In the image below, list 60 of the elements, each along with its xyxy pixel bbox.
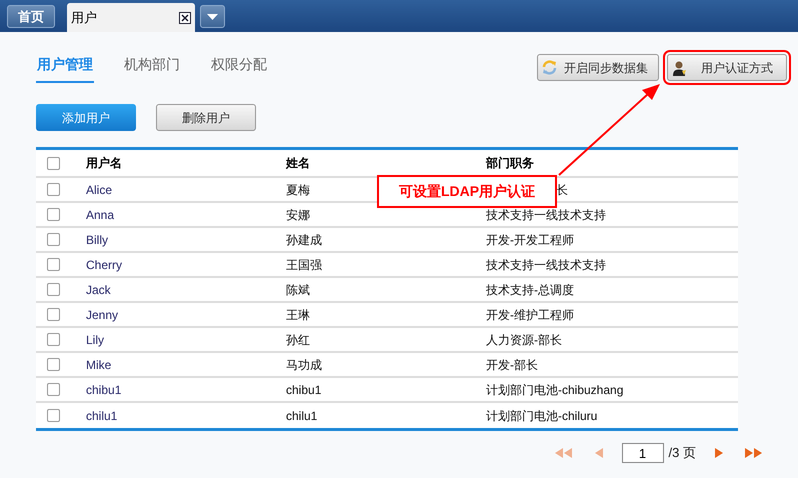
page-input[interactable]: 1 bbox=[622, 443, 664, 463]
home-tab[interactable]: 首页 bbox=[7, 5, 55, 28]
checkbox[interactable] bbox=[47, 333, 60, 346]
table-cell: 陈斌 bbox=[286, 282, 310, 296]
checkbox[interactable] bbox=[47, 183, 60, 196]
table-cell: 夏梅 bbox=[286, 182, 310, 196]
table-cell: 人力资源-部长 bbox=[486, 332, 562, 346]
table-cell: 王国强 bbox=[286, 258, 322, 272]
table-cell: 孙建成 bbox=[286, 232, 322, 246]
sync-button[interactable]: 开启同步数据集 bbox=[537, 54, 659, 81]
table-cell: Lily bbox=[86, 332, 104, 346]
checkbox[interactable] bbox=[47, 156, 60, 170]
table-cell: Mike bbox=[86, 358, 112, 372]
checkbox[interactable] bbox=[47, 308, 60, 321]
checkbox[interactable] bbox=[47, 383, 60, 396]
section-tab[interactable]: 权限分配 bbox=[210, 54, 268, 83]
table-cell: chibu1 bbox=[86, 382, 122, 396]
checkbox[interactable] bbox=[47, 258, 60, 271]
last-page-icon[interactable] bbox=[744, 447, 764, 459]
table-cell: 长 bbox=[556, 182, 568, 196]
tab[interactable]: 用户 bbox=[67, 3, 195, 32]
table-cell: 开发-开发工程师 bbox=[486, 232, 574, 246]
page-total: /3 页 bbox=[668, 444, 696, 462]
section-tab[interactable]: 机构部门 bbox=[123, 54, 181, 83]
delete-user-button[interactable]: 删除用户 bbox=[156, 104, 256, 131]
table-cell: 开发-维护工程师 bbox=[486, 308, 574, 322]
table-cell: Alice bbox=[86, 182, 112, 196]
user-icon bbox=[673, 60, 687, 76]
close-icon[interactable] bbox=[179, 12, 191, 24]
checkbox[interactable] bbox=[47, 358, 60, 371]
table-cell: Billy bbox=[86, 232, 108, 246]
table-cell: 技术支持一线技术支持 bbox=[486, 208, 606, 222]
dropdown-button[interactable] bbox=[200, 5, 225, 28]
table-cell: 计划部门电池-chibuzhang bbox=[486, 382, 624, 396]
table-cell: chilu1 bbox=[86, 408, 118, 422]
table-cell: 技术支持-总调度 bbox=[486, 282, 574, 296]
callout-box: 可设置LDAP用户认证 bbox=[377, 175, 557, 208]
table-cell: Jenny bbox=[86, 308, 118, 322]
table-cell: chilu1 bbox=[286, 408, 318, 422]
table-cell: 马功成 bbox=[286, 358, 322, 372]
table-cell: 安娜 bbox=[286, 208, 310, 222]
sync-icon bbox=[541, 59, 558, 76]
checkbox[interactable] bbox=[47, 409, 60, 422]
column-header: 用户名 bbox=[86, 156, 122, 170]
table-cell: 王琳 bbox=[286, 308, 310, 322]
next-page-icon[interactable] bbox=[714, 447, 724, 459]
column-header: 姓名 bbox=[286, 156, 310, 170]
caret-icon bbox=[207, 14, 218, 20]
table-cell: chibu1 bbox=[286, 382, 322, 396]
checkbox[interactable] bbox=[47, 233, 60, 246]
table-cell: Anna bbox=[86, 208, 114, 222]
table-cell: 技术支持一线技术支持 bbox=[486, 258, 606, 272]
table-cell: Cherry bbox=[86, 258, 122, 272]
checkbox[interactable] bbox=[47, 283, 60, 296]
table-cell: 计划部门电池-chiluru bbox=[486, 408, 598, 422]
table-cell: 孙红 bbox=[286, 332, 310, 346]
column-header: 部门职务 bbox=[486, 156, 534, 170]
table-cell: Jack bbox=[86, 282, 111, 296]
checkbox[interactable] bbox=[47, 208, 60, 221]
table-cell: 开发-部长 bbox=[486, 358, 538, 372]
